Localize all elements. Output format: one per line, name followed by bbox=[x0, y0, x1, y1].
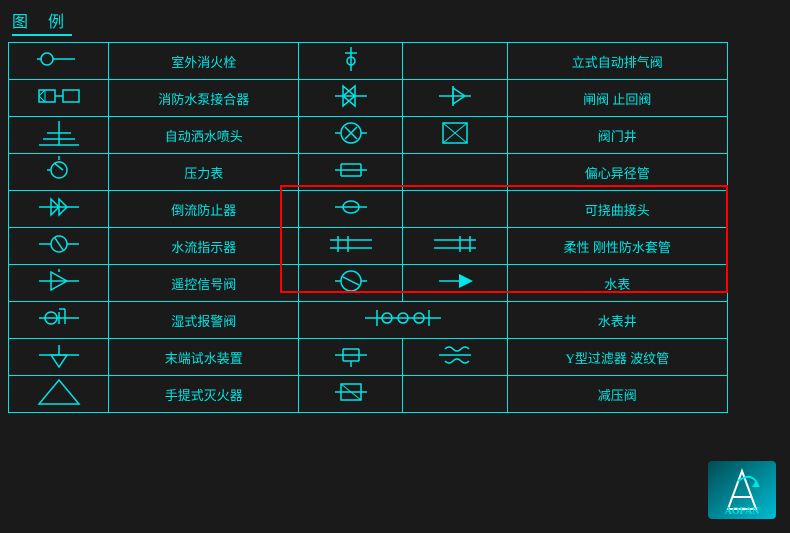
label-cell: 水流指示器 bbox=[109, 228, 299, 265]
pressure-reducer-icon bbox=[333, 378, 369, 406]
check-valve-icon bbox=[437, 82, 473, 110]
vent-valve-icon bbox=[339, 45, 363, 73]
table-row: 末端试水装置 bbox=[9, 339, 728, 376]
label-cell: Y型过滤器 波纹管 bbox=[507, 339, 727, 376]
icon-cell bbox=[403, 265, 507, 302]
remote-valve-icon bbox=[37, 267, 81, 295]
table-row: 湿式报警阀 水表井 bbox=[9, 302, 728, 339]
backflow-preventer-icon bbox=[37, 193, 81, 221]
table-row: 手提式灭火器 减压阀 bbox=[9, 376, 728, 413]
flexible-joint-icon bbox=[333, 193, 369, 221]
label-cell: 湿式报警阀 bbox=[109, 302, 299, 339]
bellows-icon bbox=[437, 341, 473, 369]
icon-cell bbox=[299, 339, 403, 376]
icon-cell bbox=[299, 376, 403, 413]
label-cell: 减压阀 bbox=[507, 376, 727, 413]
table-row: 水流指示器 bbox=[9, 228, 728, 265]
label-cell: 阀门井 bbox=[507, 117, 727, 154]
table-row: 倒流防止器 可挠曲接头 bbox=[9, 191, 728, 228]
flexible-sleeve-icon bbox=[328, 230, 374, 258]
label-cell: 压力表 bbox=[109, 154, 299, 191]
gate-valve-icon bbox=[333, 82, 369, 110]
icon-cell bbox=[299, 191, 403, 228]
icon-cell bbox=[9, 265, 109, 302]
label-cell: 末端试水装置 bbox=[109, 339, 299, 376]
flow-arrow-icon bbox=[437, 267, 473, 295]
label-cell: 柔性 刚性防水套管 bbox=[507, 228, 727, 265]
icon-cell bbox=[9, 43, 109, 80]
icon-cell bbox=[403, 191, 507, 228]
portable-extinguisher-icon bbox=[37, 378, 81, 406]
icon-cell bbox=[299, 117, 403, 154]
icon-cell bbox=[299, 43, 403, 80]
table-row: 遥控信号阀 bbox=[9, 265, 728, 302]
label-cell: 立式自动排气阀 bbox=[507, 43, 727, 80]
label-cell: 自动洒水喷头 bbox=[109, 117, 299, 154]
icon-cell bbox=[403, 80, 507, 117]
icon-cell bbox=[299, 302, 508, 339]
pump-adapter-icon bbox=[37, 82, 81, 110]
icon-cell bbox=[9, 80, 109, 117]
icon-cell bbox=[9, 154, 109, 191]
table-row: 自动洒水喷头 bbox=[9, 117, 728, 154]
icon-cell bbox=[403, 117, 507, 154]
label-cell: 消防水泵接合器 bbox=[109, 80, 299, 117]
icon-cell bbox=[403, 154, 507, 191]
label-cell: 偏心异径管 bbox=[507, 154, 727, 191]
main-container: 图 例 室外消火栓 bbox=[0, 0, 790, 533]
wet-alarm-valve-icon bbox=[37, 304, 81, 332]
icon-cell bbox=[9, 117, 109, 154]
icon-cell bbox=[9, 339, 109, 376]
icon-cell bbox=[299, 154, 403, 191]
flow-indicator-icon bbox=[37, 230, 81, 258]
valve-well-box-icon bbox=[437, 119, 473, 147]
valve-well-circle-icon bbox=[333, 119, 369, 147]
water-meter-well-icon bbox=[363, 304, 443, 332]
sprinkler-icon bbox=[37, 119, 81, 147]
label-cell: 水表 bbox=[507, 265, 727, 302]
icon-cell bbox=[9, 228, 109, 265]
y-filter-icon bbox=[333, 341, 369, 369]
table-row: 消防水泵接合器 bbox=[9, 80, 728, 117]
legend-table: 室外消火栓 立式自动排气阀 bbox=[8, 42, 728, 413]
icon-cell bbox=[403, 43, 507, 80]
icon-cell bbox=[403, 228, 507, 265]
icon-cell bbox=[9, 191, 109, 228]
icon-cell bbox=[299, 228, 403, 265]
label-cell: 手提式灭火器 bbox=[109, 376, 299, 413]
icon-cell bbox=[9, 302, 109, 339]
label-cell: 闸阀 止回阀 bbox=[507, 80, 727, 117]
label-cell: 遥控信号阀 bbox=[109, 265, 299, 302]
label-cell: 倒流防止器 bbox=[109, 191, 299, 228]
logo-area: AOFAN bbox=[708, 461, 778, 521]
eccentric-reducer-icon bbox=[333, 156, 369, 184]
icon-cell bbox=[403, 376, 507, 413]
table-row: 室外消火栓 立式自动排气阀 bbox=[9, 43, 728, 80]
label-cell: 可挠曲接头 bbox=[507, 191, 727, 228]
title-area: 图 例 bbox=[8, 8, 782, 36]
pressure-gauge-icon bbox=[37, 156, 81, 184]
icon-cell bbox=[403, 339, 507, 376]
icon-cell bbox=[9, 376, 109, 413]
outdoor-hydrant-icon bbox=[37, 45, 81, 73]
end-test-device-icon bbox=[37, 341, 81, 369]
rigid-sleeve-icon bbox=[432, 230, 478, 258]
page-title: 图 例 bbox=[12, 8, 72, 36]
icon-cell bbox=[299, 80, 403, 117]
logo-text: AOFAN bbox=[708, 506, 776, 517]
table-row: 压力表 偏心异径管 bbox=[9, 154, 728, 191]
label-cell: 室外消火栓 bbox=[109, 43, 299, 80]
water-meter-symbol-icon bbox=[333, 267, 369, 295]
label-cell: 水表井 bbox=[507, 302, 727, 339]
icon-cell bbox=[299, 265, 403, 302]
